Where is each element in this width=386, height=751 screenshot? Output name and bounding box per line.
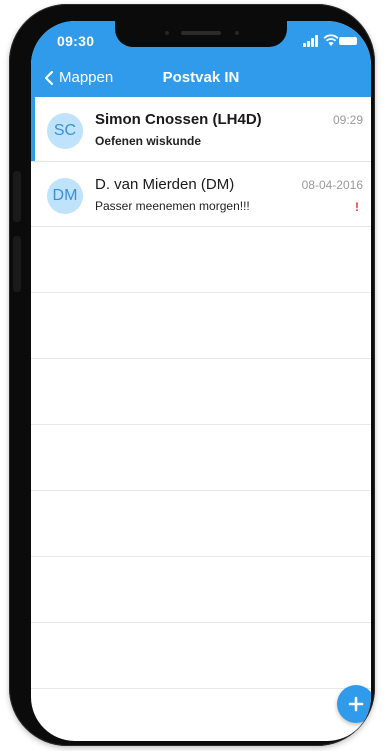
notch-sensor [165, 31, 169, 35]
status-time: 09:30 [57, 33, 95, 49]
message-subject: Oefenen wiskunde [95, 134, 202, 148]
empty-list-row [31, 227, 371, 293]
message-sender: D. van Mierden (DM) [95, 176, 235, 193]
volume-up-button [13, 171, 21, 222]
empty-list-row [31, 557, 371, 623]
status-icons [303, 34, 357, 47]
battery-icon [339, 37, 357, 45]
message-subject: Passer meenemen morgen!!! [95, 199, 250, 213]
phone-frame: 09:30 Mappen Postvak IN SC Simon Cnossen… [9, 4, 375, 746]
compose-button[interactable] [337, 685, 371, 723]
message-time: 08-04-2016 [301, 178, 363, 192]
empty-list-row [31, 491, 371, 557]
signal-icon [303, 35, 319, 47]
empty-list-row [31, 359, 371, 425]
message-time: 09:29 [332, 113, 363, 127]
notch-camera [235, 31, 239, 35]
message-row[interactable]: DM D. van Mierden (DM) Passer meenemen m… [31, 162, 371, 227]
avatar: DM [47, 178, 83, 214]
message-sender: Simon Cnossen (LH4D) [95, 111, 262, 128]
back-button-label: Mappen [59, 69, 114, 86]
avatar: SC [47, 113, 83, 149]
plus-icon [348, 696, 364, 712]
volume-down-button [13, 236, 21, 292]
empty-list-row [31, 623, 371, 689]
empty-list-row [31, 425, 371, 491]
message-row[interactable]: SC Simon Cnossen (LH4D) Oefenen wiskunde… [31, 97, 371, 162]
chevron-left-icon [44, 70, 54, 85]
app-header: 09:30 Mappen Postvak IN [31, 21, 371, 97]
notch-speaker [181, 31, 221, 35]
app-screen: 09:30 Mappen Postvak IN SC Simon Cnossen… [31, 21, 371, 741]
message-list: SC Simon Cnossen (LH4D) Oefenen wiskunde… [31, 97, 371, 689]
wifi-icon [323, 34, 339, 46]
back-button[interactable]: Mappen [43, 69, 113, 86]
device-notch [115, 21, 287, 47]
empty-list-row [31, 293, 371, 359]
important-flag-icon: ! [355, 200, 359, 214]
